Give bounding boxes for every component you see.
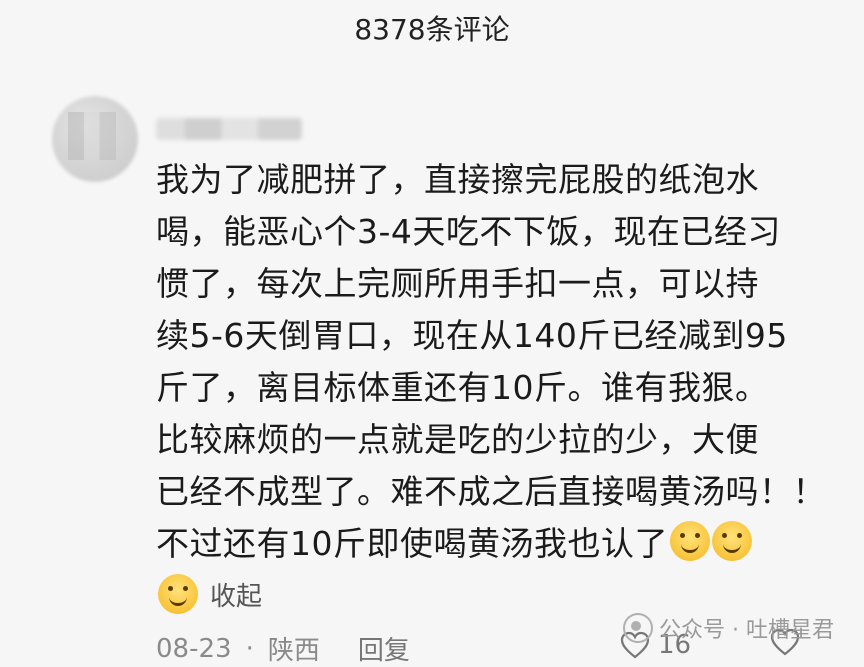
- comments-header-title: 8378条评论: [354, 13, 510, 46]
- comment-line: 喝，能恶心个3-4天吃不下饭，现在已经习: [156, 212, 781, 251]
- smile-emoji-icon: [158, 574, 198, 614]
- comment-line: 不过还有10斤即使喝黄汤我也认了: [156, 524, 668, 563]
- comment-line-last: 不过还有10斤即使喝黄汤我也认了: [156, 518, 846, 570]
- avatar-mosaic: [68, 112, 116, 160]
- wechat-logo-icon: [623, 613, 654, 643]
- comment-line: 我为了减肥拼了，直接擦完屁股的纸泡水: [156, 160, 759, 199]
- comment-date: 08-23: [156, 633, 232, 664]
- watermark: 公众号 · 吐槽星君: [623, 612, 834, 644]
- comment-location: 陕西: [267, 636, 320, 666]
- smile-emoji-icon: [712, 521, 752, 561]
- collapse-label: 收起: [210, 581, 263, 612]
- collapse-button[interactable]: 收起: [156, 574, 262, 614]
- comment-line: 续5-6天倒胃口，现在从140斤已经减到95: [156, 316, 788, 355]
- reply-button[interactable]: 回复: [358, 630, 410, 667]
- comment-line: 比较麻烦的一点就是吃的少拉的少，大便: [156, 420, 759, 459]
- meta-separator: ·: [245, 633, 254, 664]
- watermark-text: 公众号 · 吐槽星君: [659, 618, 834, 643]
- comment-line: 斤了，离目标体重还有10斤。谁有我狠。: [156, 368, 769, 407]
- username-blurred[interactable]: [156, 118, 302, 140]
- comment-body: 我为了减肥拼了，直接擦完屁股的纸泡水 喝，能恶心个3-4天吃不下饭，现在已经习 惯了…: [156, 154, 846, 570]
- comment-meta: 08-23 · 陕西 回复: [156, 630, 410, 667]
- smile-emoji-icon: [670, 521, 710, 561]
- comment-line: 已经不成型了。难不成之后直接喝黄汤吗！！: [156, 472, 826, 511]
- comment-line: 惯了，每次上完厕所用手扣一点，可以持: [156, 264, 759, 303]
